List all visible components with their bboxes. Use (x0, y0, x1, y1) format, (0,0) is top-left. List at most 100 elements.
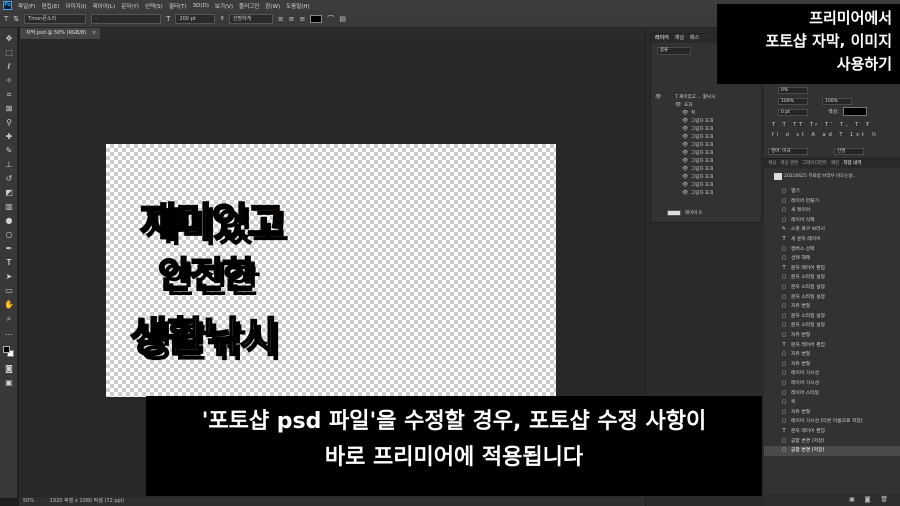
eye-icon[interactable]: 👁 (682, 150, 688, 157)
eye-icon[interactable]: 👁 (682, 158, 688, 165)
shape-tool-icon[interactable]: ▭ (3, 286, 15, 296)
history-item[interactable]: ▢ 문자 스타일 설정 (764, 283, 900, 293)
color-swatches[interactable] (3, 346, 15, 358)
history-brush-icon[interactable]: ↺ (3, 174, 15, 184)
history-item[interactable]: ▢ 자유 변형 (764, 408, 900, 418)
tab-gradients[interactable]: 그레이디언트 (802, 159, 827, 168)
menu-layer[interactable]: 레이어(L) (93, 2, 116, 10)
history-item[interactable]: ✎ 스팟 복구 브러시 (764, 225, 900, 235)
font-family-select[interactable]: Tmon몬소리 (24, 14, 87, 24)
marquee-tool-icon[interactable]: ⬚ (3, 48, 15, 58)
menu-filter[interactable]: 필터(T) (169, 2, 187, 10)
frame-tool-icon[interactable]: ⊠ (3, 104, 15, 114)
screen-mode-icon[interactable]: ▣ (3, 378, 15, 388)
history-item[interactable]: T 문자 레이어 편집 (764, 264, 900, 274)
type-tool-icon-active[interactable]: T (3, 258, 15, 268)
layer-row[interactable]: 레이어 0 (651, 210, 763, 217)
document-tab[interactable]: 자막.psd @ 50% (RGB/8) × (20, 28, 101, 39)
history-item-selected[interactable]: ▢ 공합 변경 (저장) (764, 446, 900, 456)
close-icon[interactable]: × (92, 28, 96, 39)
antialias-select[interactable]: 선명하게 (228, 14, 273, 24)
eraser-tool-icon[interactable]: ◩ (3, 188, 15, 198)
character-panel-icon[interactable]: ▤ (339, 15, 346, 23)
dodge-tool-icon[interactable]: ○ (3, 230, 15, 240)
layer-effect-row[interactable]: 👁 그림자 효과 (651, 118, 763, 125)
antialias-field[interactable]: 선명 (834, 148, 864, 155)
path-selection-icon[interactable]: ➤ (3, 272, 15, 282)
history-item[interactable]: ▢ 자유 변형 (764, 360, 900, 370)
brush-tool-icon[interactable]: ✎ (3, 146, 15, 156)
layer-effects-row[interactable]: 👁 효과 (651, 102, 763, 109)
eye-icon[interactable]: 👁 (682, 142, 688, 149)
history-item[interactable]: T 문자 레이어 편집 (764, 341, 900, 351)
eye-icon[interactable]: 👁 (682, 134, 688, 141)
history-item[interactable]: ▢ 레이어 만들기 (764, 197, 900, 207)
type-tool-icon[interactable]: T (4, 15, 8, 23)
menu-file[interactable]: 파일(F) (18, 2, 36, 10)
zoom-level[interactable]: 50% (23, 498, 34, 504)
more-tools-icon[interactable]: … (3, 328, 15, 338)
layer-effect-row[interactable]: 👁 그림자 효과 (651, 134, 763, 141)
text-color-swatch[interactable] (310, 15, 323, 23)
layer-filter-select[interactable]: 종류 (657, 47, 691, 55)
history-panel-footer[interactable]: ▣ ◙ 🗑 (764, 493, 900, 506)
history-item[interactable]: ▢ 레이어 삭제 (764, 216, 900, 226)
history-item[interactable]: ▢ 레이어 가시성 (764, 379, 900, 389)
menu-3d[interactable]: 3D(D) (193, 3, 209, 9)
tab-patterns[interactable]: 패턴 (831, 159, 839, 168)
history-item[interactable]: ▢ 공합 변경 (저장) (764, 437, 900, 447)
eye-icon[interactable]: 👁 (682, 174, 688, 181)
text-orientation-icon[interactable]: ⇅ (13, 15, 19, 23)
quick-mask-icon[interactable]: ◙ (3, 364, 15, 374)
tab-layers[interactable]: 레이어 (655, 34, 669, 43)
lasso-tool-icon[interactable]: ℓ (3, 62, 15, 72)
history-item[interactable]: ▢ 레이어 가시성 (764, 369, 900, 379)
layer-effect-row[interactable]: 👁 획 (651, 110, 763, 117)
menu-plugins[interactable]: 플러그인 (239, 2, 259, 10)
blur-tool-icon[interactable]: ● (3, 216, 15, 226)
eye-icon[interactable]: 👁 (682, 126, 688, 133)
pen-tool-icon[interactable]: ✒ (3, 244, 15, 254)
warp-text-icon[interactable]: ⌒ (327, 14, 334, 24)
history-item[interactable]: ▢ 자유 변형 (764, 350, 900, 360)
layer-effect-row[interactable]: 👁 그림자 효과 (651, 182, 763, 189)
font-style-select[interactable]: - (91, 14, 162, 24)
history-item[interactable]: ▢ 레이어 가시성 (다른 이름으로 저장) (764, 417, 900, 427)
history-item[interactable]: ▢ 문자 스타일 설정 (764, 273, 900, 283)
text-color-field[interactable] (843, 107, 867, 116)
zoom-tool-icon[interactable]: ⌕ (3, 314, 15, 324)
history-item[interactable]: ▢ 새 레이어 (764, 206, 900, 216)
tab-color[interactable]: 색상 (768, 159, 776, 168)
menu-view[interactable]: 보기(V) (215, 2, 233, 10)
history-item[interactable]: ▢ 문자 스타일 설정 (764, 293, 900, 303)
layer-effect-row[interactable]: 👁 그림자 효과 (651, 174, 763, 181)
menu-type[interactable]: 문자(Y) (121, 2, 139, 10)
menu-image[interactable]: 이미지(I) (65, 2, 86, 10)
layer-effect-row[interactable]: 👁 그림자 효과 (651, 150, 763, 157)
history-snapshot[interactable]: 20210625 무료컴 브라우 비오는날... (764, 171, 900, 182)
tab-channels[interactable]: 채널 (675, 34, 684, 43)
eye-icon[interactable]: 👁 (682, 166, 688, 173)
eye-icon[interactable]: 👁 (675, 102, 681, 109)
eye-icon[interactable]: 👁 (682, 110, 688, 117)
horizontal-scale-field[interactable]: 100% (822, 98, 852, 105)
opentype-buttons[interactable]: fi ơ st A ad T 1st ½ (772, 132, 879, 139)
history-item[interactable]: T 새 문자 레이어 (764, 235, 900, 245)
align-right-icon[interactable]: ≡ (300, 15, 306, 23)
layer-row[interactable]: 👁 T 재미있고 ... 활낚시 (651, 94, 763, 101)
history-item[interactable]: ▢ 선택 해제 (764, 254, 900, 264)
language-select[interactable]: 영어: 미국 (768, 148, 808, 155)
magic-wand-icon[interactable]: ✧ (3, 76, 15, 86)
text-style-buttons[interactable]: T T TT Tr T' T, T Ŧ (772, 122, 872, 129)
history-item[interactable]: ▢ 열기 (764, 187, 900, 197)
history-item[interactable]: ▢ 자유 변형 (764, 331, 900, 341)
vertical-scale-field[interactable]: 100% (778, 98, 808, 105)
layer-effect-row[interactable]: 👁 그림자 효과 (651, 142, 763, 149)
align-center-icon[interactable]: ≡ (289, 15, 295, 23)
hand-tool-icon[interactable]: ✋ (3, 300, 15, 310)
layer-effect-row[interactable]: 👁 그림자 효과 (651, 158, 763, 165)
history-item[interactable]: ▢ 획 (764, 398, 900, 408)
history-item[interactable]: ▢ 자유 변형 (764, 302, 900, 312)
eye-icon[interactable]: 👁 (682, 190, 688, 197)
eye-icon[interactable]: 👁 (682, 118, 688, 125)
